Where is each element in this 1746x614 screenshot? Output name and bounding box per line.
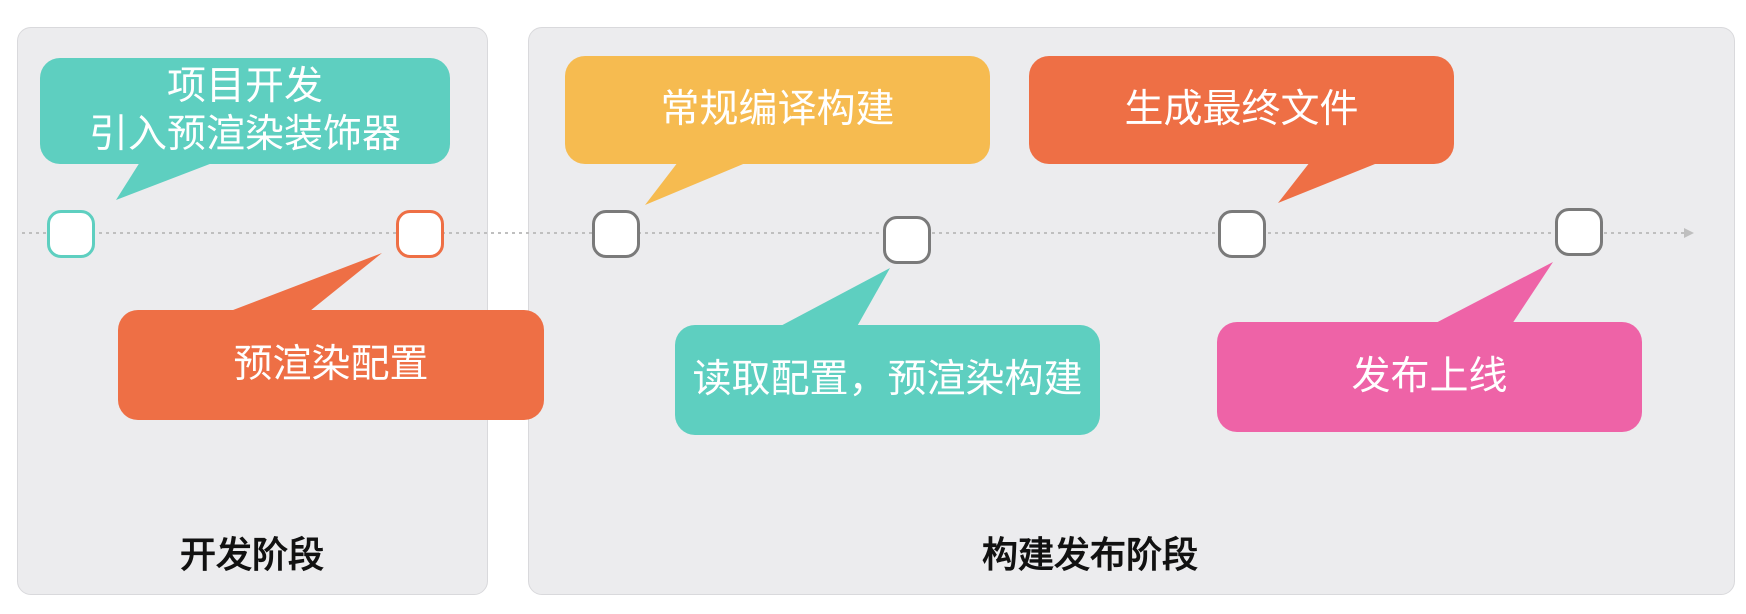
timeline-node-project-dev: [47, 210, 95, 258]
read-config-build-bubble: 读取配置，预渲染构建: [675, 325, 1100, 435]
publish-bubble: 发布上线: [1217, 322, 1642, 432]
build-release-phase-label: 构建发布阶段: [981, 535, 1199, 576]
regular-build-pointer: [645, 162, 748, 205]
timeline-node-prerender-config: [396, 210, 444, 258]
read-config-build-pointer: [773, 268, 890, 330]
regular-build-label: 常规编译构建: [660, 87, 895, 132]
project-dev-line1: 项目开发: [166, 64, 323, 109]
prerender-config-label: 预渲染配置: [233, 342, 429, 387]
prerender-config-pointer: [220, 253, 382, 315]
project-dev-bubble: 项目开发 引入预渲染装饰器: [40, 58, 450, 164]
timeline-node-publish: [1555, 208, 1603, 256]
generate-files-bubble: 生成最终文件: [1029, 56, 1454, 164]
project-dev-line2: 引入预渲染装饰器: [88, 112, 401, 157]
generate-files-label: 生成最终文件: [1124, 87, 1359, 132]
regular-build-bubble: 常规编译构建: [565, 56, 990, 164]
development-phase-label: 开发阶段: [179, 535, 325, 576]
timeline-arrowhead: [1684, 228, 1694, 238]
publish-label: 发布上线: [1351, 354, 1508, 399]
publish-pointer: [1428, 262, 1553, 327]
generate-files-pointer: [1278, 162, 1380, 203]
project-dev-pointer: [116, 162, 215, 200]
prerender-config-bubble: 预渲染配置: [118, 310, 544, 420]
timeline-node-read-config-build: [883, 216, 931, 264]
timeline-node-generate-files: [1218, 210, 1266, 258]
read-config-build-label: 读取配置，预渲染构建: [692, 357, 1083, 402]
timeline-node-regular-build: [592, 210, 640, 258]
